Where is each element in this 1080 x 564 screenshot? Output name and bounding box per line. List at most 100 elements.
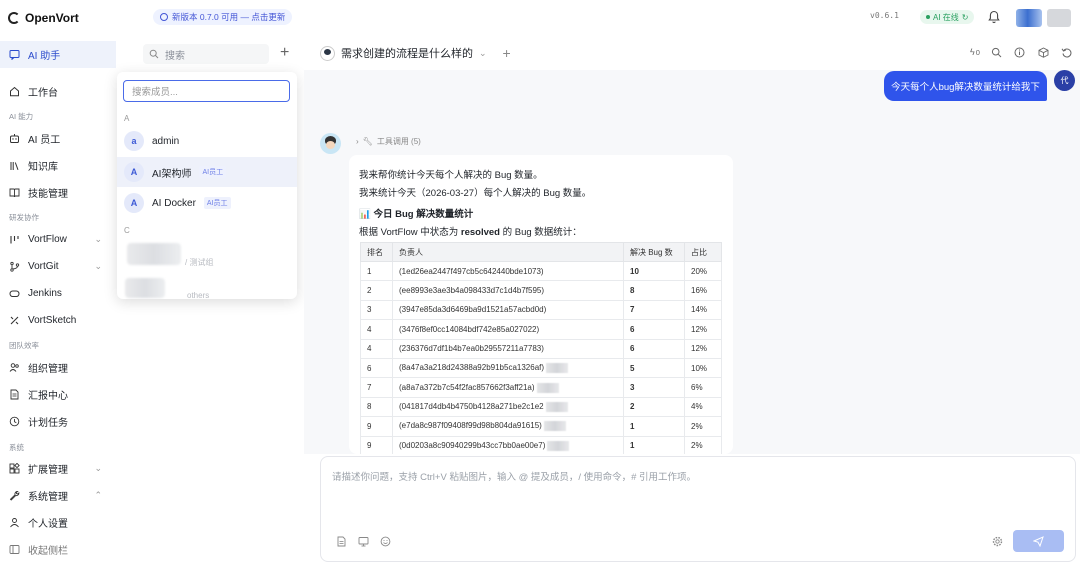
screen-share-icon[interactable] <box>358 536 369 547</box>
tool-call-toggle[interactable]: › 🔧︎ 工具调用 (5) <box>356 136 421 147</box>
message-line: 我来统计今天（2026-03-27）每个人解决的 Bug 数量。 <box>359 188 592 199</box>
ai-employee-tag: AI员工 <box>203 197 231 209</box>
table-cell: 6 <box>360 357 393 379</box>
table-cell: 8 <box>360 396 393 418</box>
message-input-placeholder: 请描述你问题，支持 Ctrl+V 粘贴图片，输入 @ 提及成员，/ 使用命令，#… <box>332 472 697 483</box>
search-icon[interactable] <box>991 47 1002 58</box>
sidebar-item-org[interactable]: 组织管理 <box>0 354 116 381</box>
table-cell: 7 <box>623 299 685 321</box>
app-logo[interactable]: OpenVort <box>8 11 79 25</box>
table-cell: (8a47a3a218d24388a92b91b5ca1326af) <box>392 357 624 379</box>
sidebar-item-jenkins[interactable]: Jenkins <box>0 280 116 307</box>
member-row-admin[interactable]: a admin <box>117 126 297 156</box>
sidebar-item-skills[interactable]: 技能管理 <box>0 179 116 206</box>
blurred-member[interactable] <box>127 243 181 265</box>
desc-text: 根据 VortFlow 中状态为 <box>359 227 461 238</box>
message-description: 根据 VortFlow 中状态为 resolved 的 Bug 数据统计： <box>359 224 582 238</box>
sidebar-item-vortgit[interactable]: VortGit ⌄ <box>0 253 116 280</box>
table-cell: 1 <box>623 416 685 437</box>
user-avatar[interactable] <box>1016 9 1042 27</box>
redacted-name <box>545 401 568 412</box>
chevron-down-icon: ⌄ <box>94 234 102 244</box>
update-notice-text: 新版本 0.7.0 可用 — 点击更新 <box>172 12 286 22</box>
chevron-down-icon: ⌄ <box>479 47 487 58</box>
message-input[interactable]: 请描述你问题，支持 Ctrl+V 粘贴图片，输入 @ 提及成员，/ 使用命令，#… <box>320 456 1076 562</box>
settings-icon[interactable] <box>992 536 1003 547</box>
sidebar-item-workbench[interactable]: 工作台 <box>0 78 116 105</box>
book-icon <box>9 187 20 198</box>
sidebar-item-label: VortSketch <box>28 315 77 326</box>
sidebar-item-label: 工作台 <box>28 88 58 99</box>
redacted-name <box>543 421 566 432</box>
sidebar-item-label: 技能管理 <box>28 189 68 200</box>
table-cell: (e7da8c987f09408f99d98b804da91615) <box>392 416 624 437</box>
sidebar-item-system[interactable]: 系统管理 ⌃ <box>0 482 116 509</box>
sidebar-item-extensions[interactable]: 扩展管理 ⌄ <box>0 455 116 482</box>
section-label: 团队效率 <box>9 341 39 350</box>
member-row-ai-architect[interactable]: A AI架构师 AI员工 <box>117 157 297 187</box>
cube-icon[interactable] <box>1038 47 1049 58</box>
sidebar-item-label: 收起侧栏 <box>28 546 68 557</box>
assistant-avatar <box>320 45 335 61</box>
sidebar-item-profile[interactable]: 个人设置 <box>0 509 116 536</box>
table-row: 3 (3947e85da3d6469ba9d1521a57acbd0d) 7 14% <box>360 299 722 321</box>
sidebar-collapse[interactable]: 收起侧栏 <box>0 536 116 563</box>
emoji-icon[interactable] <box>380 536 391 547</box>
table-cell: 12% <box>684 319 722 340</box>
redacted-name <box>547 440 570 451</box>
table-cell: 16% <box>684 280 722 301</box>
blurred-member[interactable] <box>125 278 165 298</box>
token-counter[interactable]: ϟ0 <box>965 47 985 58</box>
sidebar-item-label: 个人设置 <box>28 519 68 530</box>
table-cell: 10% <box>684 357 722 379</box>
member-search[interactable]: 搜索 <box>143 44 269 64</box>
member-row-ai-docker[interactable]: A AI Docker AI员工 <box>117 188 297 218</box>
update-notice[interactable]: 新版本 0.7.0 可用 — 点击更新 <box>153 9 293 25</box>
sidebar-item-ai-employee[interactable]: AI 员工 <box>0 125 116 152</box>
send-button[interactable] <box>1013 530 1064 552</box>
clock-icon <box>9 416 20 427</box>
token-count: 0 <box>975 48 980 57</box>
reset-icon[interactable] <box>1061 47 1072 58</box>
app-name: OpenVort <box>25 11 79 25</box>
table-cell: 2% <box>684 435 722 454</box>
ai-employee-tag: AI员工 <box>199 166 227 178</box>
table-cell: 7 <box>360 377 393 398</box>
sidebar-item-vortflow[interactable]: VortFlow ⌄ <box>0 226 116 253</box>
add-member-button[interactable]: + <box>280 44 289 62</box>
sidebar-item-label: 扩展管理 <box>28 465 68 476</box>
blurred-member-group: / 测试组 <box>185 258 214 267</box>
member-name: AI架构师 <box>152 168 192 180</box>
sidebar-item-label: 组织管理 <box>28 364 68 375</box>
users-icon <box>9 362 20 373</box>
info-icon[interactable] <box>1014 47 1025 58</box>
table-cell: 4 <box>360 319 393 340</box>
assistant-message: 我来帮你统计今天每个人解决的 Bug 数量。 我来统计今天（2026-03-27… <box>349 155 733 454</box>
bug-stats-table: 排名 负责人 解决 Bug 数 占比 1 (1ed26ea2447f497cb5c… <box>360 242 722 454</box>
sidebar-item-ai-assistant[interactable]: AI 助手 <box>0 41 132 68</box>
sidebar-item-knowledge[interactable]: 知识库 <box>0 152 116 179</box>
sidebar-item-vortsketch[interactable]: VortSketch <box>0 307 116 334</box>
ai-status-badge[interactable]: AI 在线 ↻ <box>920 10 975 24</box>
member-filter-input[interactable]: 搜索成员... <box>123 80 290 102</box>
attach-file-icon[interactable] <box>336 536 347 547</box>
member-name: AI Docker <box>152 197 196 209</box>
member-filter-placeholder: 搜索成员... <box>132 87 178 98</box>
send-icon <box>1033 535 1044 547</box>
user-menu[interactable] <box>1047 9 1071 27</box>
sidebar-item-label: 汇报中心 <box>28 391 68 402</box>
sidebar-item-label: VortFlow <box>28 234 67 245</box>
sidebar-item-schedule[interactable]: 计划任务 <box>0 408 116 435</box>
column-header: 解决 Bug 数 <box>623 242 685 262</box>
message-line: 我来帮你统计今天每个人解决的 Bug 数量。 <box>359 170 543 181</box>
sketch-icon <box>9 315 20 326</box>
kanban-icon <box>9 234 20 245</box>
conversation-title[interactable]: 需求创建的流程是什么样的 ⌄ + <box>320 45 511 61</box>
new-chat-icon[interactable]: + <box>503 45 511 61</box>
bell-icon[interactable] <box>988 10 1000 24</box>
table-cell: 9 <box>360 416 393 437</box>
table-cell: (0d0203a8c90940299b43cc7bb0ae00e7) <box>392 435 624 454</box>
sidebar-item-report[interactable]: 汇报中心 <box>0 381 116 408</box>
member-name: admin <box>152 135 180 147</box>
table-row: 1 (1ed26ea2447f497cb5c642440bde1073) 10 20% <box>360 260 722 282</box>
